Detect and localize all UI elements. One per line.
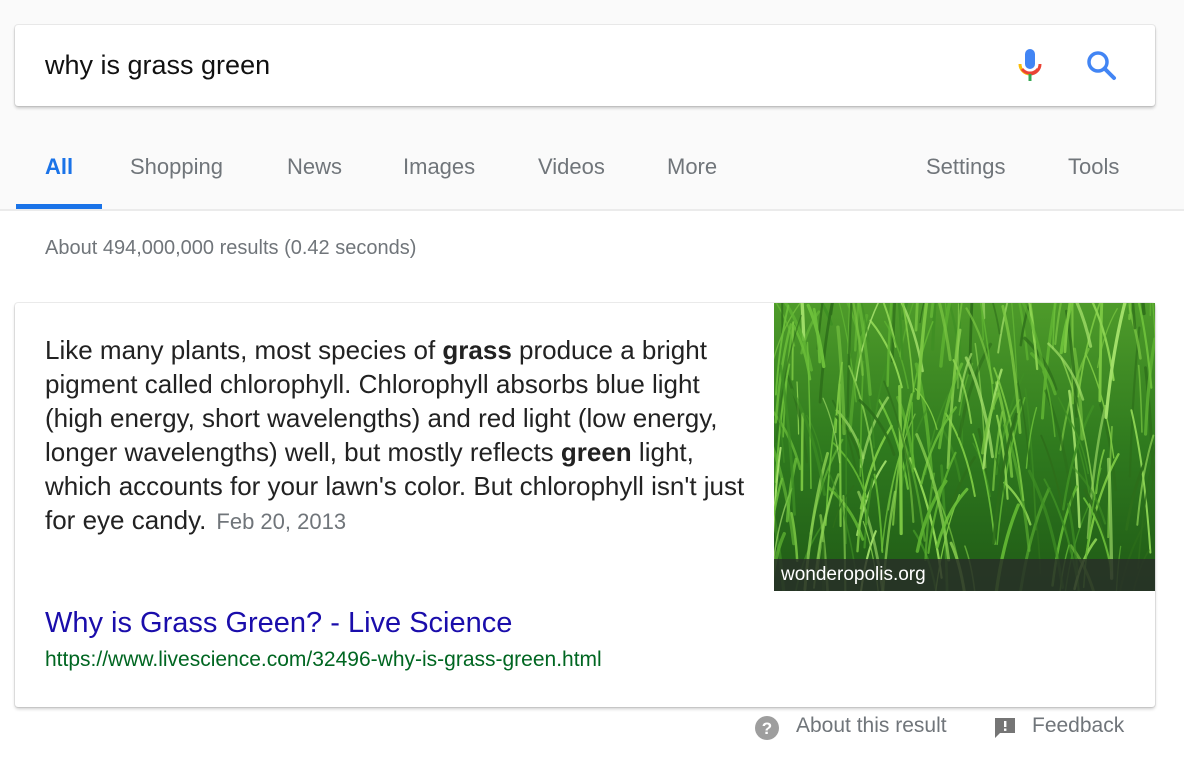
snippet-highlight: grass — [442, 335, 511, 365]
about-this-result-link[interactable]: About this result — [796, 714, 947, 738]
search-tabs: All Shopping News Images Videos More Set… — [0, 140, 1184, 211]
result-title-link[interactable]: Why is Grass Green? - Live Science — [45, 607, 512, 640]
image-source-caption: wonderopolis.org — [774, 559, 1155, 591]
feedback-link[interactable]: Feedback — [1032, 714, 1124, 738]
svg-text:?: ? — [762, 719, 772, 738]
search-box — [15, 25, 1155, 106]
tab-more[interactable]: More — [667, 154, 717, 180]
help-circle-icon[interactable]: ? — [754, 715, 780, 741]
result-stats: About 494,000,000 results (0.42 seconds) — [45, 237, 416, 260]
tab-all[interactable]: All — [45, 154, 73, 180]
result-url: https://www.livescience.com/32496-why-is… — [45, 648, 602, 672]
snippet-highlight: green — [561, 437, 632, 467]
grass-blade — [792, 323, 793, 380]
search-icon[interactable] — [1085, 49, 1119, 83]
snippet-image[interactable]: wonderopolis.org — [774, 303, 1155, 591]
tab-tools[interactable]: Tools — [1068, 154, 1119, 180]
active-tab-indicator — [16, 204, 102, 209]
feedback-icon[interactable] — [993, 716, 1017, 740]
tab-shopping[interactable]: Shopping — [130, 154, 223, 180]
header-area: All Shopping News Images Videos More Set… — [0, 0, 1184, 211]
tab-videos[interactable]: Videos — [538, 154, 605, 180]
search-input[interactable] — [45, 45, 945, 85]
snippet-text: Like many plants, most species of grass … — [45, 333, 745, 539]
featured-snippet-card: Like many plants, most species of grass … — [15, 303, 1155, 707]
microphone-icon[interactable] — [1015, 47, 1045, 87]
tab-images[interactable]: Images — [403, 154, 475, 180]
tab-news[interactable]: News — [287, 154, 342, 180]
grass-blade — [802, 414, 803, 490]
result-footer: ? About this result Feedback — [0, 712, 1184, 742]
tab-settings[interactable]: Settings — [926, 154, 1006, 180]
grass-blade — [912, 402, 913, 471]
snippet-text-part: Like many plants, most species of — [45, 335, 442, 365]
grass-image — [774, 303, 1155, 591]
snippet-date: Feb 20, 2013 — [216, 509, 346, 534]
